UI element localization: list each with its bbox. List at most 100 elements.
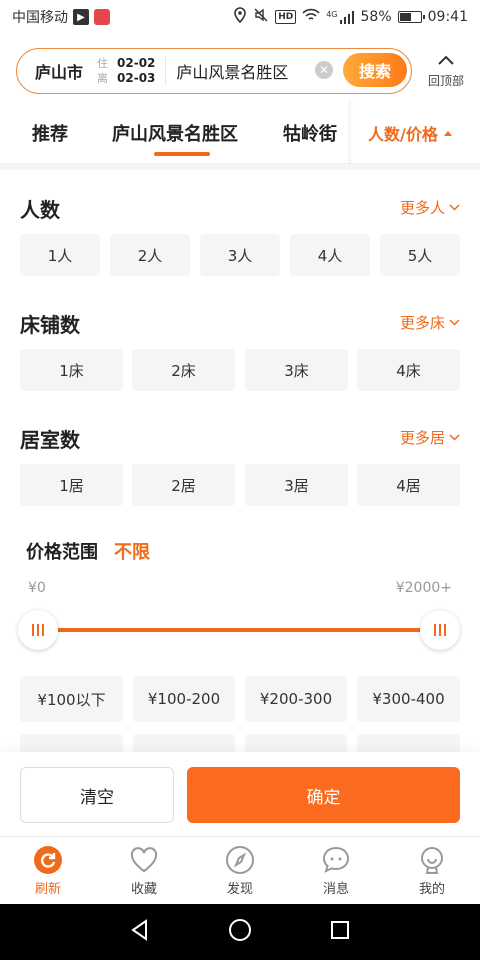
chevron-down-icon: [449, 201, 460, 214]
recents-icon[interactable]: [329, 919, 351, 945]
checkin-key: 住: [97, 57, 109, 70]
tab-active-underline: [154, 152, 210, 156]
beds-option-1[interactable]: 1床: [20, 349, 123, 391]
confirm-button[interactable]: 确定: [187, 767, 460, 823]
home-icon[interactable]: [228, 918, 252, 946]
nav-mine[interactable]: 我的: [384, 837, 480, 904]
system-nav-bar: [0, 904, 480, 960]
battery-icon: [397, 11, 425, 23]
profile-icon: [417, 845, 447, 875]
price-slider-max-handle[interactable]: [420, 610, 460, 650]
people-option-3[interactable]: 3人: [200, 234, 280, 276]
city-selector[interactable]: 庐山市: [35, 59, 83, 83]
tab-separator: [348, 100, 354, 164]
caret-up-icon: [443, 130, 452, 136]
search-box[interactable]: 庐山市 住 02-02 离 02-03 庐山风景名胜区 ✕ 搜索: [16, 48, 412, 94]
mute-icon: [253, 7, 269, 27]
search-button[interactable]: 搜索: [343, 53, 407, 87]
more-beds-label: 更多床: [399, 314, 445, 332]
chevron-up-icon: [437, 52, 455, 70]
back-icon[interactable]: [129, 919, 151, 945]
divider: [0, 164, 480, 170]
price-range-title: 价格范围: [26, 542, 98, 563]
more-beds-button[interactable]: 更多床: [400, 312, 460, 333]
status-left: 中国移动 ▶: [12, 7, 110, 27]
heart-icon: [129, 845, 159, 875]
date-selector[interactable]: 住 02-02 离 02-03: [97, 56, 155, 86]
nav-discover-label: 发现: [226, 881, 253, 897]
rooms-option-4[interactable]: 4居: [357, 464, 460, 506]
tab-street[interactable]: 牯岭街: [283, 120, 337, 146]
rooms-option-3[interactable]: 3居: [245, 464, 348, 506]
message-icon: [321, 845, 351, 875]
price-min-label: ¥0: [28, 580, 46, 596]
price-option-3[interactable]: ¥200-300: [245, 676, 347, 722]
drag-handle-icon: [434, 624, 446, 636]
search-input[interactable]: 庐山风景名胜区: [176, 59, 288, 83]
rooms-option-2[interactable]: 2居: [132, 464, 235, 506]
network-label: 4G: [326, 10, 338, 19]
price-max-label: ¥2000+: [395, 580, 452, 596]
clock: 09:41: [427, 9, 468, 25]
compass-icon: [225, 845, 255, 875]
filter-action-bar: 清空 确定: [0, 752, 480, 840]
people-option-2[interactable]: 2人: [110, 234, 190, 276]
filter-tabs: 推荐 庐山风景名胜区 牯岭街 人数/价格: [0, 100, 480, 164]
app-notification-icon: ▶: [73, 9, 89, 25]
wifi-icon: [302, 8, 320, 26]
back-to-top-button[interactable]: 回顶部: [420, 44, 472, 96]
clear-search-icon[interactable]: ✕: [315, 61, 333, 79]
nav-discover[interactable]: 发现: [192, 837, 288, 904]
tab-scenic-label: 庐山风景名胜区: [112, 124, 238, 145]
price-option-1[interactable]: ¥100以下: [20, 676, 123, 722]
bottom-nav: 刷新 收藏 发现 消息 我的: [0, 836, 480, 904]
nav-mine-label: 我的: [418, 881, 445, 897]
people-option-5[interactable]: 5人: [380, 234, 460, 276]
more-rooms-label: 更多居: [399, 429, 445, 447]
clear-button[interactable]: 清空: [20, 767, 174, 823]
rooms-option-1[interactable]: 1居: [20, 464, 123, 506]
people-option-1[interactable]: 1人: [20, 234, 100, 276]
price-option-2[interactable]: ¥100-200: [133, 676, 235, 722]
checkout-key: 离: [97, 72, 109, 85]
chevron-down-icon: [449, 316, 460, 329]
nav-favorites[interactable]: 收藏: [96, 837, 192, 904]
search-row: 庐山市 住 02-02 离 02-03 庐山风景名胜区 ✕ 搜索 回顶部: [0, 44, 480, 100]
search-divider: [165, 57, 167, 85]
price-range-value: 不限: [114, 542, 150, 563]
more-people-button[interactable]: 更多人: [400, 197, 460, 218]
tab-people-price-label: 人数/价格: [368, 125, 438, 144]
price-slider-track[interactable]: [40, 628, 440, 632]
beds-title: 床铺数: [20, 313, 80, 337]
beds-option-2[interactable]: 2床: [132, 349, 235, 391]
people-title: 人数: [20, 198, 60, 222]
rooms-title: 居室数: [20, 428, 80, 452]
nav-favorites-label: 收藏: [130, 881, 157, 897]
back-to-top-label: 回顶部: [427, 73, 464, 88]
location-icon: [233, 7, 247, 27]
nav-messages-label: 消息: [322, 881, 349, 897]
drag-handle-icon: [32, 624, 44, 636]
tab-recommend[interactable]: 推荐: [32, 120, 68, 146]
refresh-icon: [33, 845, 63, 875]
tab-people-price[interactable]: 人数/价格: [368, 121, 452, 145]
beds-option-4[interactable]: 4床: [357, 349, 460, 391]
signal-icon: 4G: [326, 10, 354, 24]
carrier-label: 中国移动: [12, 10, 68, 26]
price-option-4[interactable]: ¥300-400: [357, 676, 460, 722]
price-slider-min-handle[interactable]: [18, 610, 58, 650]
app-notification-icon-2: [94, 9, 110, 25]
checkin-date: 02-02: [117, 56, 156, 70]
checkout-date: 02-03: [117, 71, 156, 85]
beds-option-3[interactable]: 3床: [245, 349, 348, 391]
more-people-label: 更多人: [399, 199, 445, 217]
more-rooms-button[interactable]: 更多居: [400, 427, 460, 448]
people-option-4[interactable]: 4人: [290, 234, 370, 276]
tab-scenic[interactable]: 庐山风景名胜区: [112, 120, 238, 156]
chevron-down-icon: [449, 431, 460, 444]
nav-messages[interactable]: 消息: [288, 837, 384, 904]
hd-badge: HD: [275, 10, 297, 24]
nav-refresh[interactable]: 刷新: [0, 837, 96, 904]
status-right: HD 4G 58% 09:41: [233, 7, 468, 27]
nav-refresh-label: 刷新: [34, 881, 61, 897]
